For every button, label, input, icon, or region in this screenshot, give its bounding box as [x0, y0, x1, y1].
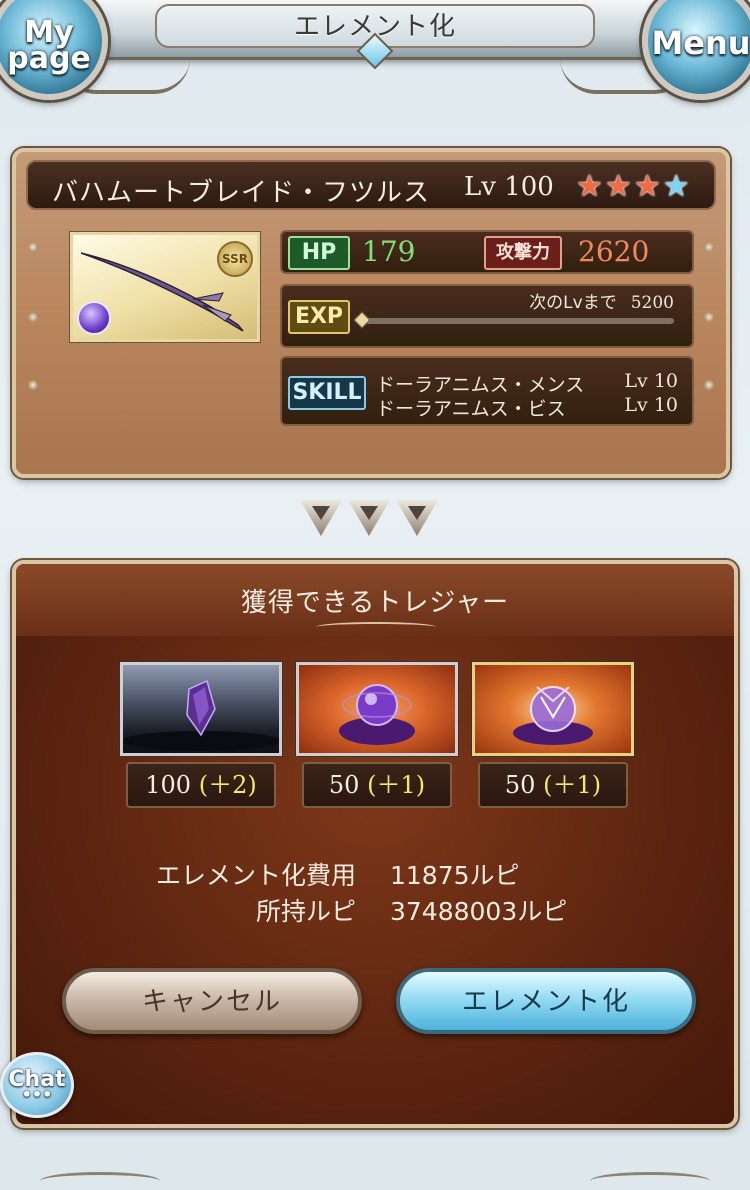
exp-next-value: 5200	[630, 293, 674, 313]
owned-value: 37488003ルピ	[390, 897, 568, 926]
skill-name: ドーラアニムス・ビス	[376, 398, 566, 420]
title-ornament	[316, 622, 436, 632]
chat-dots-icon: •••	[21, 1085, 53, 1104]
weapon-level: Lv 100	[464, 172, 554, 202]
weapon-thumbnail[interactable]: SSR	[70, 232, 260, 342]
weapon-name-bar: バハムートブレイド・フツルス Lv 100 ★ ★ ★ ★	[26, 160, 716, 210]
treasure-title-band: 獲得できるトレジャー	[16, 564, 734, 636]
skill-tag: SKILL	[288, 376, 366, 410]
skill-name: ドーラアニムス・メンス	[376, 374, 585, 396]
purple-orb-icon	[296, 662, 458, 756]
exp-next-label: 次のLvまで	[529, 293, 617, 313]
rarity-stars: ★ ★ ★ ★	[576, 172, 690, 202]
bottom-ornament-right	[590, 1172, 710, 1190]
treasure-count-value: 100	[145, 771, 192, 799]
treasure-count-value: 50	[328, 771, 360, 799]
cancel-button[interactable]: キャンセル	[62, 968, 362, 1034]
star-icon: ★	[633, 169, 661, 204]
fee-row: エレメント化費用 11875ルピ	[16, 856, 734, 892]
ssr-badge: SSR	[217, 241, 253, 277]
rivet	[28, 380, 38, 390]
menu-label: Menu	[651, 24, 750, 62]
mypage-label-line2: page	[7, 41, 91, 76]
treasure-title: 獲得できるトレジャー	[240, 588, 510, 618]
treasure-list: 100 (＋2) 50 (＋1) 50 (＋1)	[120, 662, 640, 812]
treasure-bonus: (＋1)	[543, 771, 602, 799]
owned-row: 所持ルピ 37488003ルピ	[16, 892, 734, 928]
down-arrows	[300, 500, 438, 536]
fee-label: エレメント化費用	[155, 861, 356, 890]
rivet	[704, 312, 714, 322]
dark-element-icon	[77, 301, 111, 335]
header: エレメント化 My page Menu	[0, 0, 750, 100]
treasure-count: 50 (＋1)	[478, 762, 628, 808]
rivet	[704, 242, 714, 252]
star-icon: ★	[576, 169, 603, 204]
fee-value: 11875ルピ	[390, 861, 520, 890]
treasure-count-value: 50	[504, 771, 536, 799]
skill-box: SKILL ドーラアニムス・メンス Lv 10 ドーラアニムス・ビス Lv 10	[280, 356, 694, 426]
dark-crystal-icon	[120, 662, 282, 756]
bottom-ornament-left	[40, 1172, 160, 1190]
atk-tag: 攻撃力	[484, 236, 562, 270]
skill-level: Lv 10	[624, 394, 678, 416]
skill-level: Lv 10	[624, 370, 678, 392]
weapon-name: バハムートブレイド・フツルス	[52, 178, 431, 208]
chat-button[interactable]: Chat •••	[0, 1052, 74, 1118]
exp-box: EXP 次のLvまで 5200	[280, 284, 694, 348]
weapon-info-panel: バハムートブレイド・フツルス Lv 100 ★ ★ ★ ★ SSR HP 179…	[12, 148, 730, 478]
atk-value: 2620	[578, 235, 650, 268]
treasure-count: 50 (＋1)	[302, 762, 452, 808]
hp-atk-box: HP 179 攻撃力 2620	[280, 230, 694, 274]
rivet	[28, 242, 38, 252]
rivet	[704, 380, 714, 390]
treasure-item[interactable]: 50 (＋1)	[472, 662, 634, 808]
down-arrow-icon	[348, 500, 390, 536]
exp-next: 次のLvまで 5200	[529, 288, 674, 313]
down-arrow-icon	[396, 500, 438, 536]
exp-bar	[362, 318, 674, 324]
exp-tag: EXP	[288, 300, 350, 334]
down-arrow-icon	[300, 500, 342, 536]
blue-star-icon: ★	[662, 169, 690, 204]
rivet	[28, 312, 38, 322]
treasure-item[interactable]: 50 (＋1)	[296, 662, 458, 808]
treasure-item[interactable]: 100 (＋2)	[120, 662, 282, 808]
exp-marker-icon	[353, 311, 371, 329]
treasure-count: 100 (＋2)	[126, 762, 276, 808]
treasure-bonus: (＋2)	[198, 771, 257, 799]
treasure-bonus: (＋1)	[367, 771, 426, 799]
owned-label: 所持ルピ	[255, 897, 356, 926]
star-icon: ★	[604, 169, 632, 204]
treasure-panel: 獲得できるトレジャー 100 (＋2) 50 (＋1) 50 (＋1) エレメン…	[12, 560, 738, 1128]
element-convert-button[interactable]: エレメント化	[396, 968, 696, 1034]
hp-value: 179	[362, 235, 416, 268]
hp-tag: HP	[288, 236, 350, 270]
dark-anima-icon	[472, 662, 634, 756]
